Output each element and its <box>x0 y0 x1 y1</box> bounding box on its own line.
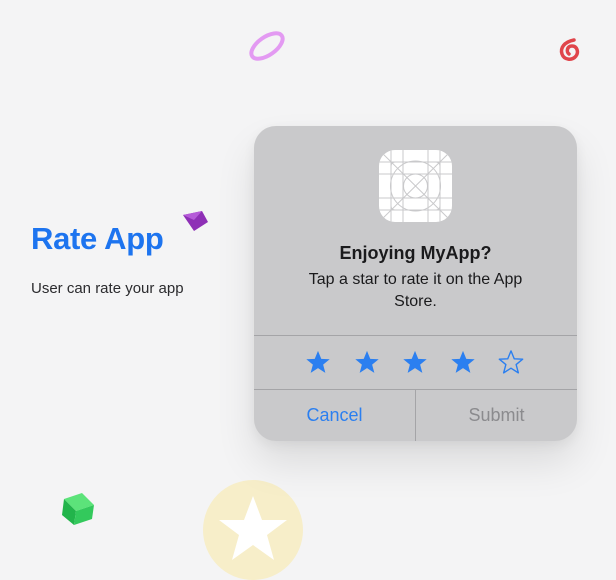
ring-decoration <box>249 31 285 61</box>
star-rating <box>254 336 577 389</box>
submit-button[interactable]: Submit <box>416 390 577 441</box>
page-subtitle: User can rate your app <box>31 280 184 297</box>
app-icon-placeholder <box>379 150 452 222</box>
star-1-button[interactable] <box>304 348 332 376</box>
star-3-button[interactable] <box>401 348 429 376</box>
dialog-message: Tap a star to rate it on the App Store. <box>308 271 523 310</box>
cancel-button[interactable]: Cancel <box>254 390 415 441</box>
spiral-decoration <box>559 38 580 61</box>
star-badge-decoration <box>203 480 303 580</box>
star-5-button[interactable] <box>497 348 525 376</box>
star-2-button[interactable] <box>353 348 381 376</box>
cube-decoration <box>62 493 94 525</box>
gem-decoration <box>183 211 208 231</box>
dialog-title: Enjoying MyApp? <box>339 243 492 263</box>
rate-app-dialog: Enjoying MyApp? Tap a star to rate it on… <box>254 126 577 441</box>
page-title: Rate App <box>31 221 164 256</box>
star-4-button[interactable] <box>449 348 477 376</box>
